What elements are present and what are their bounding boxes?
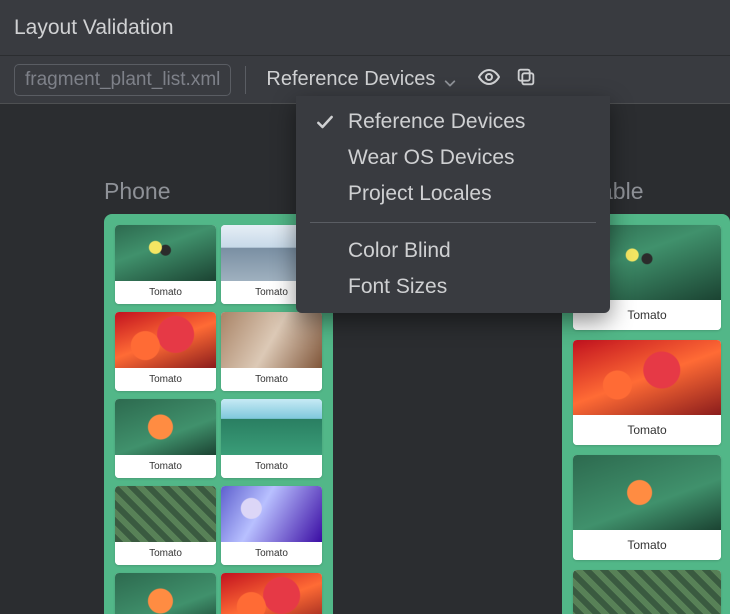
toolbar-divider	[245, 66, 246, 94]
dropdown-item-label: Wear OS Devices	[348, 146, 515, 170]
list-item[interactable]: Tomato	[573, 455, 721, 560]
card-image	[573, 455, 721, 530]
card-image	[115, 399, 216, 455]
dropdown-item-label: Font Sizes	[348, 275, 447, 299]
card-caption: Tomato	[221, 455, 322, 478]
file-name-text: fragment_plant_list.xml	[25, 69, 220, 90]
copy-button[interactable]	[515, 66, 537, 93]
list-item[interactable]: Tomato	[221, 312, 322, 391]
card-caption: Tomato	[573, 530, 721, 560]
dropdown-item[interactable]: Color Blind	[296, 233, 610, 269]
dropdown-item[interactable]: Font Sizes	[296, 269, 610, 305]
eye-icon	[477, 65, 501, 94]
chevron-down-icon	[443, 73, 457, 87]
list-item[interactable]: Tomato	[115, 312, 216, 391]
reference-devices-dropdown-menu: Reference Devices Wear OS Devices Project …	[296, 96, 610, 313]
dropdown-item[interactable]: Reference Devices	[296, 104, 610, 140]
card-image	[221, 573, 322, 614]
list-item[interactable]	[221, 573, 322, 614]
card-caption: Tomato	[221, 368, 322, 391]
card-image	[573, 340, 721, 415]
list-item[interactable]: Tomato	[221, 399, 322, 478]
list-item[interactable]: Tomato	[115, 225, 216, 304]
list-item[interactable]	[573, 570, 721, 614]
card-caption: Tomato	[115, 281, 216, 304]
card-image	[115, 486, 216, 542]
card-image	[573, 570, 721, 614]
preview-label-phone: Phone	[104, 178, 171, 205]
panel-title-text: Layout Validation	[14, 16, 174, 40]
file-name-chip[interactable]: fragment_plant_list.xml	[14, 64, 231, 96]
list-item[interactable]: Tomato	[115, 399, 216, 478]
card-image	[115, 312, 216, 368]
card-caption: Tomato	[115, 455, 216, 478]
dropdown-item-label: Reference Devices	[348, 110, 525, 134]
card-image	[115, 573, 216, 614]
dropdown-item-label: Color Blind	[348, 239, 451, 263]
copy-icon	[515, 66, 537, 93]
dropdown-item[interactable]: Project Locales	[296, 176, 610, 212]
dropdown-separator	[310, 222, 596, 223]
reference-devices-dropdown-button[interactable]: Reference Devices	[260, 64, 463, 95]
list-item[interactable]: Tomato	[573, 340, 721, 445]
card-caption: Tomato	[221, 542, 322, 565]
card-caption: Tomato	[115, 542, 216, 565]
dropdown-item-label: Project Locales	[348, 182, 492, 206]
panel-title: Layout Validation	[0, 0, 730, 56]
card-image	[115, 225, 216, 281]
list-item[interactable]: Tomato	[221, 486, 322, 565]
visibility-toggle-button[interactable]	[477, 65, 501, 94]
check-icon	[314, 112, 336, 132]
list-item[interactable]: Tomato	[115, 486, 216, 565]
card-image	[221, 486, 322, 542]
card-caption: Tomato	[115, 368, 216, 391]
card-image	[221, 399, 322, 455]
card-caption: Tomato	[573, 415, 721, 445]
dropdown-item[interactable]: Wear OS Devices	[296, 140, 610, 176]
reference-devices-label: Reference Devices	[266, 68, 435, 91]
card-image	[221, 312, 322, 368]
list-item[interactable]	[115, 573, 216, 614]
